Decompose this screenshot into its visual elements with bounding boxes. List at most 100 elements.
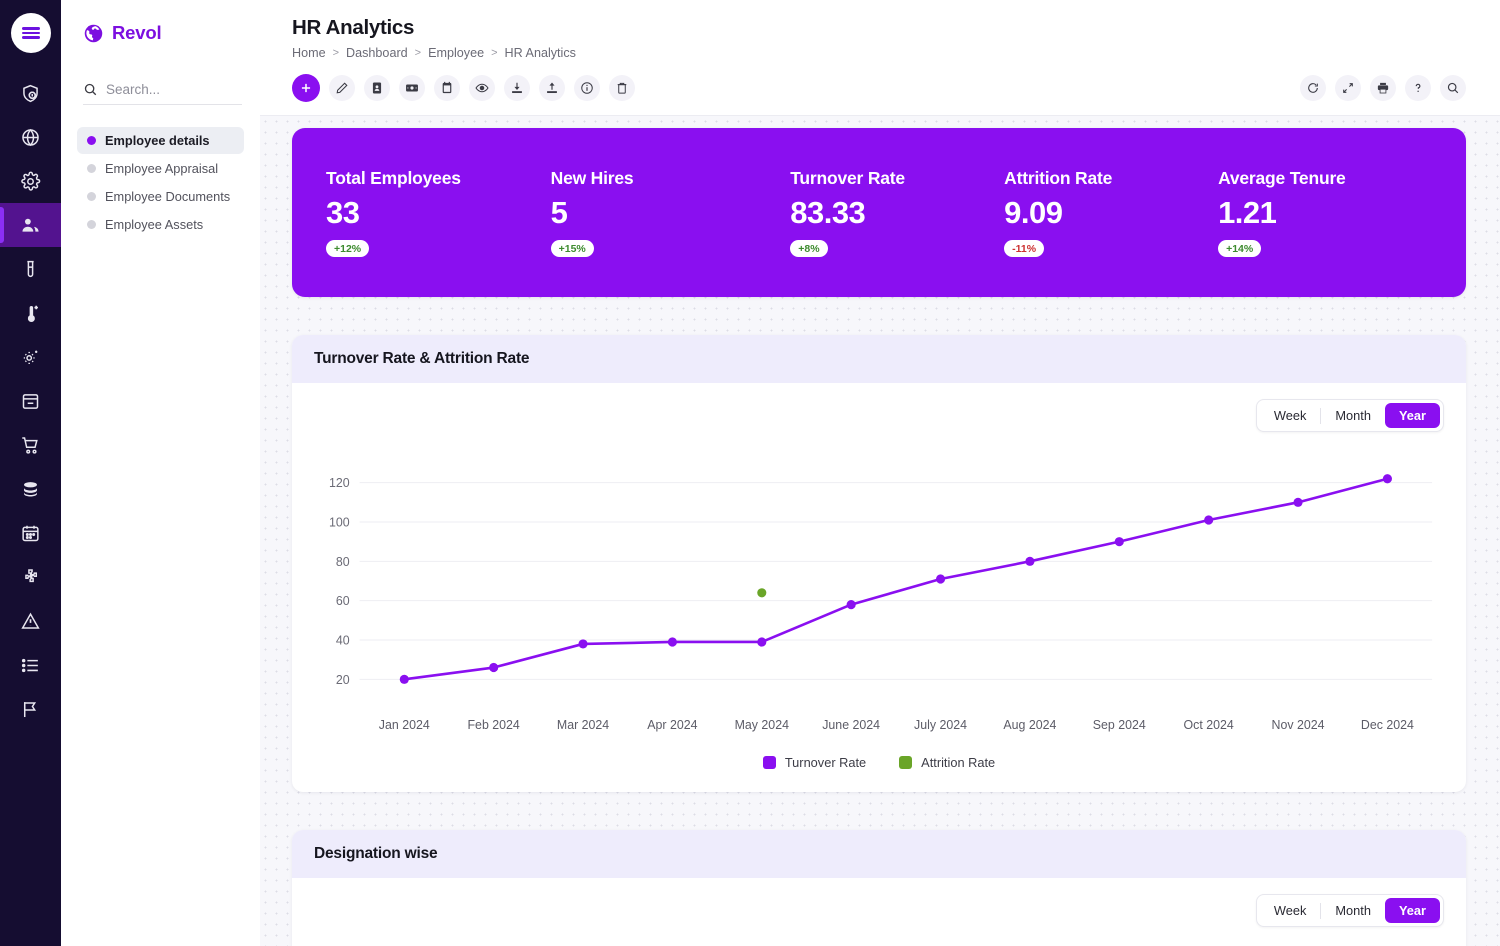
rail-item-inventory[interactable] [0,379,61,423]
expand-icon [1343,83,1353,93]
info-button[interactable] [574,75,600,101]
print-button[interactable] [1370,75,1396,101]
rail-item-flags[interactable] [0,687,61,731]
pencil-icon [336,82,348,94]
rail-item-vitals[interactable] [0,291,61,335]
toolbar-left-group [292,74,635,102]
rail-item-database[interactable] [0,467,61,511]
hamburger-menu-icon[interactable] [10,13,51,53]
search-input[interactable] [106,82,242,97]
tab-month[interactable]: Month [1321,403,1385,428]
archive-box-icon [22,393,39,409]
range-selector: Week Month Year [1255,399,1444,432]
calendar-x-icon [442,81,452,94]
svg-text:Dec 2024: Dec 2024 [1361,718,1414,732]
puzzle-icon [25,568,38,582]
rail-item-shield-lock[interactable] [0,71,61,115]
rail-item-purchase[interactable] [0,423,61,467]
edit-button[interactable] [329,75,355,101]
rail-item-settings[interactable] [0,159,61,203]
sidebar-item-employee-assets[interactable]: Employee Assets [77,211,244,238]
card-body: Week Month Year 4 [292,878,1466,946]
banknote-icon [406,84,418,92]
kpi-label: Average Tenure [1218,168,1346,188]
bullet-icon [87,136,96,145]
svg-text:May 2024: May 2024 [735,718,789,732]
trash-icon [617,82,627,94]
breadcrumb-employee[interactable]: Employee [428,46,484,60]
kpi-total-employees: Total Employees 33 +12% [326,168,551,257]
download-button[interactable] [504,75,530,101]
svg-text:Feb 2024: Feb 2024 [467,718,519,732]
sidebar-item-employee-details[interactable]: Employee details [77,127,244,154]
svg-text:June 2024: June 2024 [822,718,880,732]
svg-text:Aug 2024: Aug 2024 [1003,718,1056,732]
tab-week[interactable]: Week [1260,898,1320,923]
status-badge: +12% [326,240,370,257]
tab-year[interactable]: Year [1384,898,1440,923]
sidebar-item-label: Employee Documents [105,189,231,204]
chart-legend: Turnover Rate Attrition Rate [314,755,1444,776]
page-title: HR Analytics [292,16,415,39]
brand[interactable]: Revol [77,0,244,66]
delete-button[interactable] [609,75,635,101]
search-button[interactable] [1440,75,1466,101]
rail-item-calendar[interactable] [0,511,61,555]
test-tube-icon [27,260,34,277]
expand-button[interactable] [1335,75,1361,101]
content-scroll-area[interactable]: Total Employees 33 +12% New Hires 5 +15%… [260,115,1500,946]
legend-item-attrition[interactable]: Attrition Rate [899,755,995,770]
gear-sparkle-icon [23,350,38,364]
rail-item-lab[interactable] [0,247,61,291]
sidebar-item-employee-appraisal[interactable]: Employee Appraisal [77,155,244,182]
status-badge: +15% [550,240,594,257]
help-button[interactable] [1405,75,1431,101]
bullet-icon [87,192,96,201]
tab-year[interactable]: Year [1384,403,1440,428]
rail-item-alerts[interactable] [0,599,61,643]
rail-item-globe[interactable] [0,115,61,159]
kpi-value: 5 [550,195,568,230]
legend-swatch [762,756,776,769]
svg-text:Mar 2024: Mar 2024 [557,718,609,732]
sidebar-item-employee-documents[interactable]: Employee Documents [77,183,244,210]
flag-icon [23,701,37,717]
kpi-value: 1.21 [1218,195,1277,230]
contact-card-icon [372,82,382,94]
add-button[interactable] [292,74,320,102]
view-button[interactable] [469,75,495,101]
legend-label: Turnover Rate [784,755,867,770]
icon-rail [0,0,61,946]
printer-icon [1377,82,1389,94]
download-icon [512,82,522,94]
secondary-sidebar: Revol Employee details Employee Appraisa… [61,0,260,946]
brand-name: Revol [112,22,162,43]
card-title: Turnover Rate & Attrition Rate [292,335,1466,383]
sidebar-search[interactable] [83,82,242,105]
legend-item-turnover[interactable]: Turnover Rate [762,755,867,770]
rail-item-reports[interactable] [0,643,61,687]
contact-card-button[interactable] [364,75,390,101]
card-body: Week Month Year 20 40 60 80 100 120 Jan 2024 Fe… [292,383,1466,792]
breadcrumb-separator: > [332,47,340,59]
calendar-button[interactable] [434,75,460,101]
rail-item-automation[interactable] [0,335,61,379]
refresh-button[interactable] [1300,75,1326,101]
breadcrumb-home[interactable]: Home [292,46,326,60]
rail-item-plugins[interactable] [0,555,61,599]
search-icon [84,83,97,96]
tab-week[interactable]: Week [1260,403,1320,428]
gear-icon [21,171,41,191]
payroll-button[interactable] [399,75,425,101]
topbar: HR Analytics Home > Dashboard > Employee… [260,0,1500,60]
sidebar-nav: Employee details Employee Appraisal Empl… [77,127,244,238]
line-chart[interactable]: 20 40 60 80 100 120 Jan 2024 Feb 2024 Mar 2024 Ap… [314,445,1444,745]
kpi-banner: Total Employees 33 +12% New Hires 5 +15%… [292,128,1466,297]
tab-month[interactable]: Month [1321,898,1385,923]
svg-text:Apr 2024: Apr 2024 [647,718,697,732]
breadcrumb-dashboard[interactable]: Dashboard [346,46,408,60]
upload-button[interactable] [539,75,565,101]
plus-icon [301,83,311,93]
rail-item-employees[interactable] [0,203,61,247]
sidebar-item-label: Employee Assets [105,217,204,232]
